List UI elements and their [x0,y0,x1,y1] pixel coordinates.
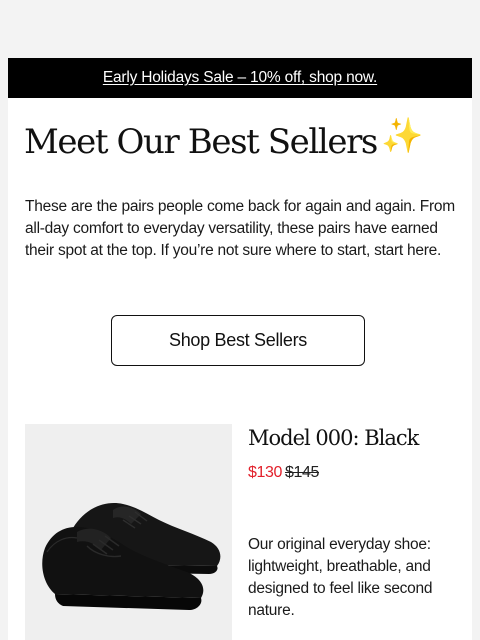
shop-best-sellers-button[interactable]: Shop Best Sellers [111,315,365,366]
sale-price: $130 [248,464,282,481]
black-sneakers-image[interactable] [25,424,232,640]
price-row: $130 $145 [248,464,319,482]
intro-paragraph: These are the pairs people come back for… [25,198,455,259]
product-description: Our original everyday shoe: lightweight,… [248,536,433,619]
original-price: $145 [285,464,319,481]
product-name[interactable]: Model 000: Black [248,426,419,450]
headline-text: Meet Our Best Sellers [24,122,378,162]
sparkles-icon: ✨ [380,116,423,156]
sneakers-illustration [42,503,221,610]
promo-banner: Early Holidays Sale – 10% off, shop now. [8,58,472,98]
email-body: Early Holidays Sale – 10% off, shop now.… [8,58,472,640]
headline: Meet Our Best Sellers ✨ [24,116,423,162]
promo-link[interactable]: Early Holidays Sale – 10% off, shop now. [103,69,378,87]
